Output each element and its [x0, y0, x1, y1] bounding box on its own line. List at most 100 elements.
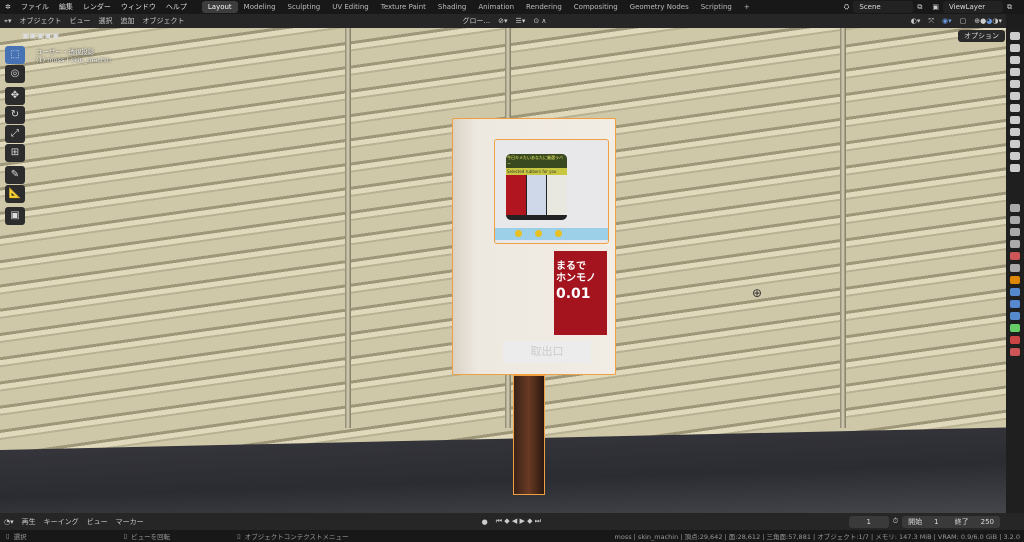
gizmo-icon[interactable]: ⤧ [924, 17, 938, 26]
advert-panel: まるで ホンモノ 0.01 [554, 251, 607, 335]
snap-icon[interactable]: ☰▾ [512, 17, 530, 25]
render-tab-icon[interactable] [1010, 216, 1020, 224]
mode-dropdown[interactable]: オブジェクト [15, 16, 65, 26]
camera-tab-icon[interactable] [1010, 44, 1020, 52]
mouse-middle-icon: ▯ [123, 532, 128, 540]
tab-scripting[interactable]: Scripting [695, 1, 738, 13]
new-scene-icon[interactable]: ⧉ [917, 3, 922, 12]
options-dropdown[interactable]: オプション [958, 30, 1005, 42]
end-frame-field[interactable]: 250 [974, 515, 1000, 528]
tab-modeling[interactable]: Modeling [238, 1, 282, 13]
start-frame-field[interactable]: 1 [928, 515, 949, 528]
product-outlet: 取出口 [503, 341, 591, 363]
overlay-icon[interactable]: ◉▾ [938, 17, 956, 25]
blender-logo-icon[interactable]: ✲ [0, 3, 16, 11]
playback-controls[interactable]: ⏮ ◆ ◀ ▶ ◆ ⏭ [492, 517, 545, 526]
menu-render[interactable]: レンダー [78, 2, 116, 12]
current-frame-field[interactable]: 1 [848, 515, 889, 528]
menu-select[interactable]: 選択 [94, 16, 116, 26]
data-tab-icon[interactable] [1010, 336, 1020, 344]
menu-help[interactable]: ヘルプ [161, 2, 192, 12]
view-layer-tab-icon[interactable] [1010, 240, 1020, 248]
scene-field[interactable]: Scene [853, 1, 914, 13]
proportional-edit-icon[interactable]: ⊙ ∧ [529, 17, 550, 25]
tab-animation[interactable]: Animation [472, 1, 520, 13]
camera-tab-icon[interactable] [1010, 116, 1020, 124]
coin-button-strip [495, 228, 608, 240]
status-context: オブジェクトコンテクストメニュー [244, 533, 349, 541]
playback-menu[interactable]: 再生 [18, 517, 40, 527]
pivot-icon[interactable]: ⊘▾ [494, 17, 511, 25]
ground [0, 427, 1006, 513]
timer-icon[interactable]: ⏱ [889, 517, 902, 526]
camera-tab-icon[interactable] [1010, 68, 1020, 76]
auto-key-icon[interactable]: ● [478, 518, 492, 526]
tab-texture-paint[interactable]: Texture Paint [375, 1, 432, 13]
object-tab-icon[interactable] [1010, 276, 1020, 284]
outliner-tab-icon[interactable] [1010, 32, 1020, 40]
keying-menu[interactable]: キーイング [40, 517, 83, 527]
view-layer-icon[interactable]: ▣ [932, 3, 939, 11]
3d-cursor-icon[interactable]: ⊕ [752, 286, 762, 300]
mouse-right-icon: ▯ [237, 532, 241, 540]
tab-geometry-nodes[interactable]: Geometry Nodes [624, 1, 695, 13]
tab-compositing[interactable]: Compositing [568, 1, 624, 13]
camera-tab-icon[interactable] [1010, 80, 1020, 88]
rotate-tool-icon[interactable]: ↻ [5, 106, 25, 124]
annotate-tool-icon[interactable]: ✎ [5, 166, 25, 184]
add-cube-tool-icon[interactable]: ▣ [5, 207, 25, 225]
scale-tool-icon[interactable]: ⤢ [5, 125, 25, 143]
transform-tool-icon[interactable]: ⊞ [5, 144, 25, 162]
shutter-frame [345, 28, 351, 428]
world-tab-icon[interactable] [1010, 264, 1020, 272]
menu-file[interactable]: ファイル [16, 2, 54, 12]
menu-edit[interactable]: 編集 [54, 2, 78, 12]
scene-icon[interactable]: ⛭ [844, 3, 850, 12]
tab-rendering[interactable]: Rendering [520, 1, 568, 13]
view-layer-field[interactable]: ViewLayer [943, 1, 1003, 13]
particles-tab-icon[interactable] [1010, 300, 1020, 308]
orientation-dropdown[interactable]: グロー... [458, 16, 494, 26]
menu-object[interactable]: オブジェクト [138, 16, 188, 26]
select-box-tool-icon[interactable]: ⬚ [5, 46, 25, 64]
tab-sculpting[interactable]: Sculpting [282, 1, 327, 13]
camera-tab-icon[interactable] [1010, 56, 1020, 64]
machine-pole[interactable] [513, 375, 545, 495]
editor-type-icon[interactable]: ⌖▾ [0, 17, 15, 26]
menu-add[interactable]: 追加 [116, 16, 138, 26]
scene-tab-icon[interactable] [1010, 252, 1020, 260]
shading-modes-icon[interactable]: ⊕●◕◑▾ [970, 17, 1006, 25]
camera-tab-icon[interactable] [1010, 128, 1020, 136]
view-menu[interactable]: ビュー [83, 517, 112, 527]
menu-view[interactable]: ビュー [65, 16, 94, 26]
xray-icon[interactable]: ▢ [956, 17, 971, 25]
camera-tab-icon[interactable] [1010, 92, 1020, 100]
camera-tab-icon[interactable] [1010, 140, 1020, 148]
tab-shading[interactable]: Shading [432, 1, 472, 13]
camera-tab-icon[interactable] [1010, 164, 1020, 172]
output-tab-icon[interactable] [1010, 228, 1020, 236]
marker-menu[interactable]: マーカー [112, 517, 148, 527]
camera-tab-icon[interactable] [1010, 152, 1020, 160]
tool-tab-icon[interactable] [1010, 204, 1020, 212]
camera-tab-icon[interactable] [1010, 104, 1020, 112]
cursor-tool-icon[interactable]: ◎ [5, 65, 25, 83]
advert-line: まるで [556, 261, 586, 272]
end-label: 終了 [948, 515, 975, 528]
add-workspace-button[interactable]: + [738, 1, 756, 13]
tab-uv-editing[interactable]: UV Editing [326, 1, 375, 13]
tab-layout[interactable]: Layout [201, 1, 238, 13]
physics-tab-icon[interactable] [1010, 312, 1020, 320]
visibility-icon[interactable]: ◐▾ [907, 17, 925, 25]
tab-spacer [1010, 190, 1020, 200]
move-tool-icon[interactable]: ✥ [5, 87, 25, 105]
timeline-editor-icon[interactable]: ◔▾ [0, 518, 18, 526]
measure-tool-icon[interactable]: 📐 [5, 185, 25, 203]
new-view-layer-icon[interactable]: ⧉ [1007, 3, 1012, 12]
constraints-tab-icon[interactable] [1010, 324, 1020, 332]
vending-machine-object[interactable]: 今日キメたいあなたに厳選ラバー Selected rubbers for you… [452, 118, 616, 375]
menu-window[interactable]: ウィンドウ [116, 2, 161, 12]
material-tab-icon[interactable] [1010, 348, 1020, 356]
select-mode-icons[interactable]: ▣▣▣▣▣ [22, 31, 60, 40]
modifiers-tab-icon[interactable] [1010, 288, 1020, 296]
